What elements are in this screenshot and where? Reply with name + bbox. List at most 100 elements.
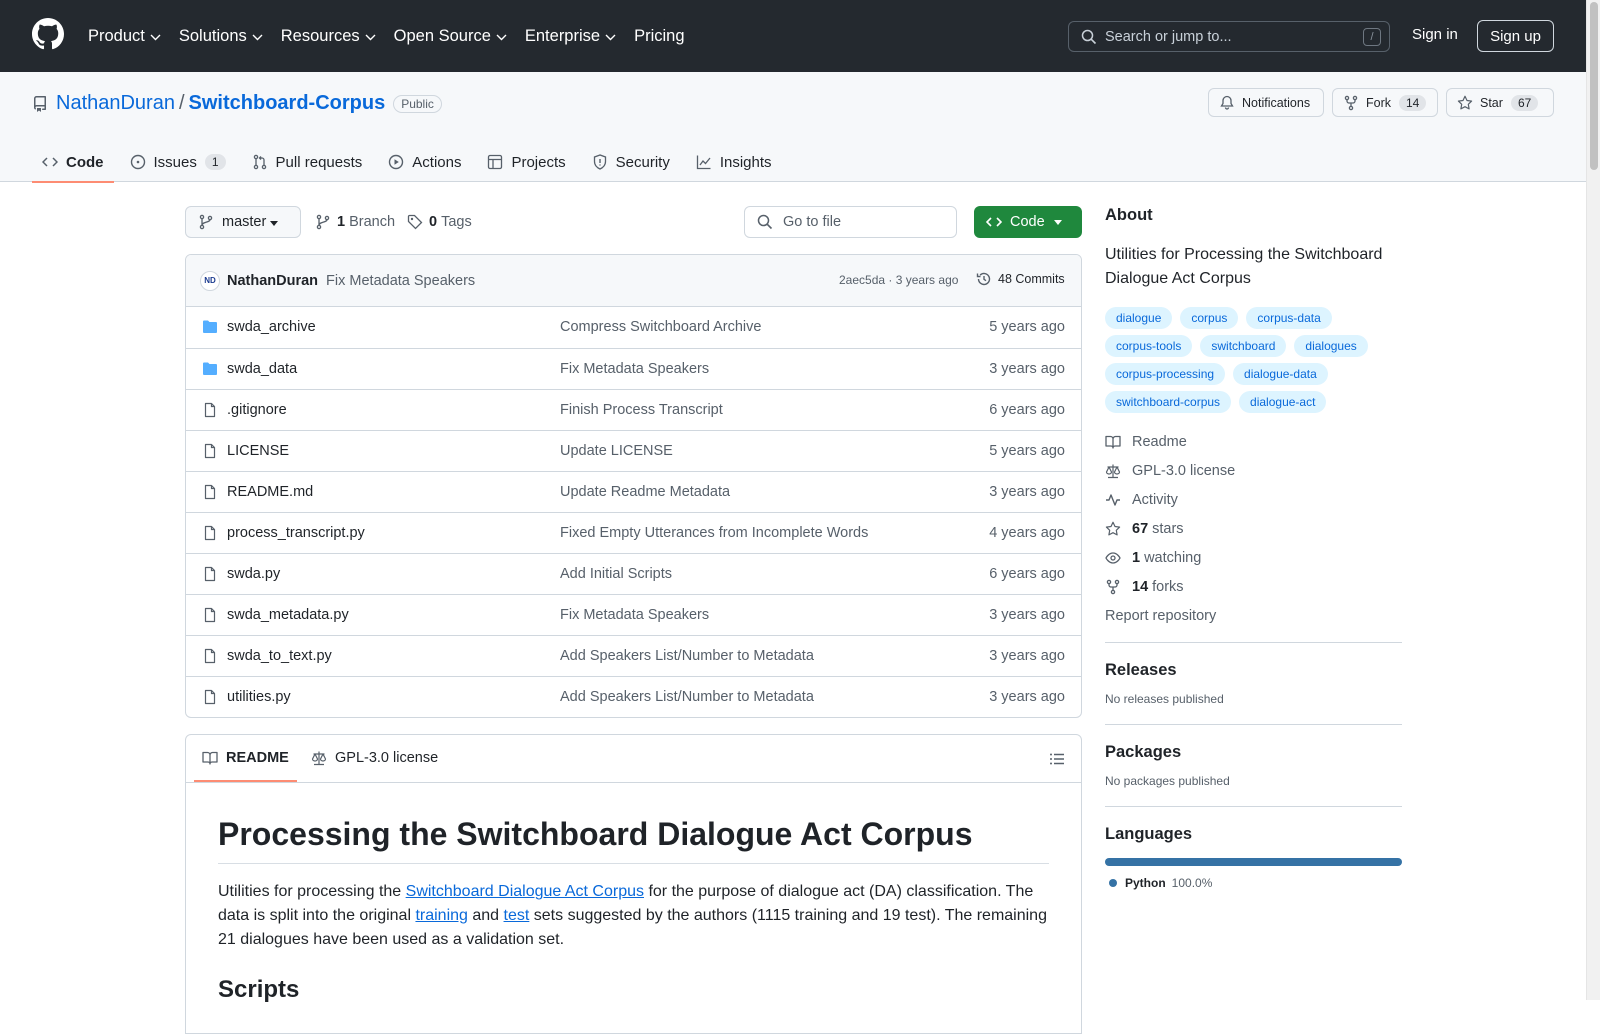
file-name-link[interactable]: .gitignore [227,402,287,418]
forks-count: 14 [1132,578,1149,595]
scrollbar[interactable] [1586,0,1600,1000]
branch-icon [316,214,330,230]
branch-label: Branch [349,214,396,230]
training-link[interactable]: training [415,907,467,924]
file-row[interactable]: .gitignore Finish Process Transcript 6 yea… [186,389,1081,430]
stars-link[interactable]: 67 stars [1105,514,1402,543]
topic-tag[interactable]: dialogue-act [1239,391,1327,413]
go-to-file-input[interactable]: Go to file [744,206,957,238]
topic-tag[interactable]: dialogues [1294,335,1368,357]
file-row[interactable]: README.md Update Readme Metadata 3 years a… [186,471,1081,512]
file-row[interactable]: LICENSE Update LICENSE 5 years ago [186,430,1081,471]
commits-history-link[interactable]: 48 Commits [976,271,1065,287]
activity-link-label: Activity [1132,491,1178,508]
github-logo-icon[interactable] [32,18,64,50]
tab-security[interactable]: Security [582,142,680,182]
nav-solutions[interactable]: Solutions [179,27,263,46]
watchers-link[interactable]: 1 watching [1105,543,1402,572]
repo-owner-link[interactable]: NathanDuran [56,92,175,115]
activity-link[interactable]: Activity [1105,485,1402,514]
file-commit-message-link[interactable]: Fix Metadata Speakers [560,607,709,623]
tab-insights[interactable]: Insights [686,142,782,182]
file-name-link[interactable]: swda.py [227,566,280,582]
nav-open-source[interactable]: Open Source [394,27,507,46]
file-row[interactable]: swda_to_text.py Add Speakers List/Number … [186,635,1081,676]
file-name-link[interactable]: utilities.py [227,689,291,705]
file-commit-message-link[interactable]: Add Speakers List/Number to Metadata [560,689,814,705]
nav-product[interactable]: Product [88,27,161,46]
tab-pull-requests[interactable]: Pull requests [242,142,373,182]
commit-message-link[interactable]: Fix Metadata Speakers [326,273,475,289]
language-name: Python [1125,876,1166,890]
file-name-link[interactable]: swda_archive [227,319,316,335]
test-link[interactable]: test [504,907,530,924]
forks-link[interactable]: 14 forks [1105,572,1402,601]
file-commit-message-link[interactable]: Finish Process Transcript [560,402,723,418]
topic-tag[interactable]: corpus [1180,307,1239,329]
nav-enterprise[interactable]: Enterprise [525,27,616,46]
file-row[interactable]: swda_data Fix Metadata Speakers 3 years ag… [186,348,1081,389]
file-name-link[interactable]: process_transcript.py [227,525,365,541]
report-repository-link[interactable]: Report repository [1105,601,1402,630]
topic-tag[interactable]: dialogue [1105,307,1173,329]
tab-actions[interactable]: Actions [378,142,471,182]
folder-icon [202,319,218,335]
file-commit-message-link[interactable]: Compress Switchboard Archive [560,319,761,335]
file-name-link[interactable]: swda_metadata.py [227,607,349,623]
tab-license[interactable]: GPL-3.0 license [311,750,438,766]
nav-pricing[interactable]: Pricing [634,27,684,46]
branches-link[interactable]: 1 Branch 0 Tags [315,214,472,230]
file-row[interactable]: swda.py Add Initial Scripts 6 years ago [186,553,1081,594]
tab-projects[interactable]: Projects [477,142,575,182]
file-row[interactable]: process_transcript.py Fixed Empty Utteran… [186,512,1081,553]
list-icon[interactable] [1049,751,1065,767]
topic-tag[interactable]: corpus-data [1246,307,1332,329]
language-item[interactable]: Python 100.0% [1105,876,1402,890]
file-commit-message-link[interactable]: Fix Metadata Speakers [560,361,709,377]
file-name-link[interactable]: LICENSE [227,443,289,459]
file-commit-message-link[interactable]: Add Speakers List/Number to Metadata [560,648,814,664]
file-commit-message-link[interactable]: Fixed Empty Utterances from Incomplete W… [560,525,868,541]
sign-up-button[interactable]: Sign up [1477,20,1554,52]
notifications-button[interactable]: Notifications [1208,88,1324,117]
code-dropdown-button[interactable]: Code [974,206,1082,238]
topic-tag[interactable]: switchboard [1200,335,1287,357]
search-input[interactable]: Search or jump to... / [1068,21,1390,52]
file-row[interactable]: utilities.py Add Speakers List/Number to … [186,676,1081,717]
sign-in-link[interactable]: Sign in [1412,26,1458,43]
tab-issues[interactable]: Issues 1 [120,142,236,182]
topic-tag[interactable]: corpus-tools [1105,335,1193,357]
commit-meta[interactable]: 2aec5da · 3 years ago [839,273,958,287]
license-link[interactable]: GPL-3.0 license [1105,456,1402,485]
file-commit-message-link[interactable]: Update Readme Metadata [560,484,730,500]
nav-resources[interactable]: Resources [281,27,376,46]
commit-author-link[interactable]: NathanDuran [227,273,318,289]
readme-link[interactable]: Readme [1105,427,1402,456]
packages-heading[interactable]: Packages [1105,743,1402,762]
file-name-link[interactable]: swda_to_text.py [227,648,332,664]
file-row[interactable]: swda_archive Compress Switchboard Archive… [186,307,1081,348]
global-header: Product Solutions Resources Open Source … [0,0,1586,72]
fork-button[interactable]: Fork 14 [1332,88,1438,117]
star-button[interactable]: Star 67 [1446,88,1554,117]
releases-heading[interactable]: Releases [1105,661,1402,680]
topic-tag[interactable]: switchboard-corpus [1105,391,1232,413]
swda-link[interactable]: Switchboard Dialogue Act Corpus [406,883,644,900]
tab-label: Insights [719,153,772,171]
file-commit-message-link[interactable]: Update LICENSE [560,443,673,459]
topic-tag[interactable]: dialogue-data [1233,363,1328,385]
repo-name-link[interactable]: Switchboard-Corpus [189,92,386,115]
file-row[interactable]: swda_metadata.py Fix Metadata Speakers 3 y… [186,594,1081,635]
search-icon [757,214,773,230]
tab-code[interactable]: Code [32,142,114,183]
avatar[interactable]: ND [200,270,220,291]
file-name-link[interactable]: swda_data [227,361,297,377]
file-name-link[interactable]: README.md [227,484,313,500]
topic-tag[interactable]: corpus-processing [1105,363,1226,385]
fork-label: Fork [1366,95,1391,110]
file-commit-message-link[interactable]: Add Initial Scripts [560,566,672,582]
fork-icon [1106,579,1120,594]
scrollbar-thumb[interactable] [1590,2,1598,170]
tab-readme[interactable]: README [194,750,297,782]
branch-select[interactable]: master [185,206,301,238]
